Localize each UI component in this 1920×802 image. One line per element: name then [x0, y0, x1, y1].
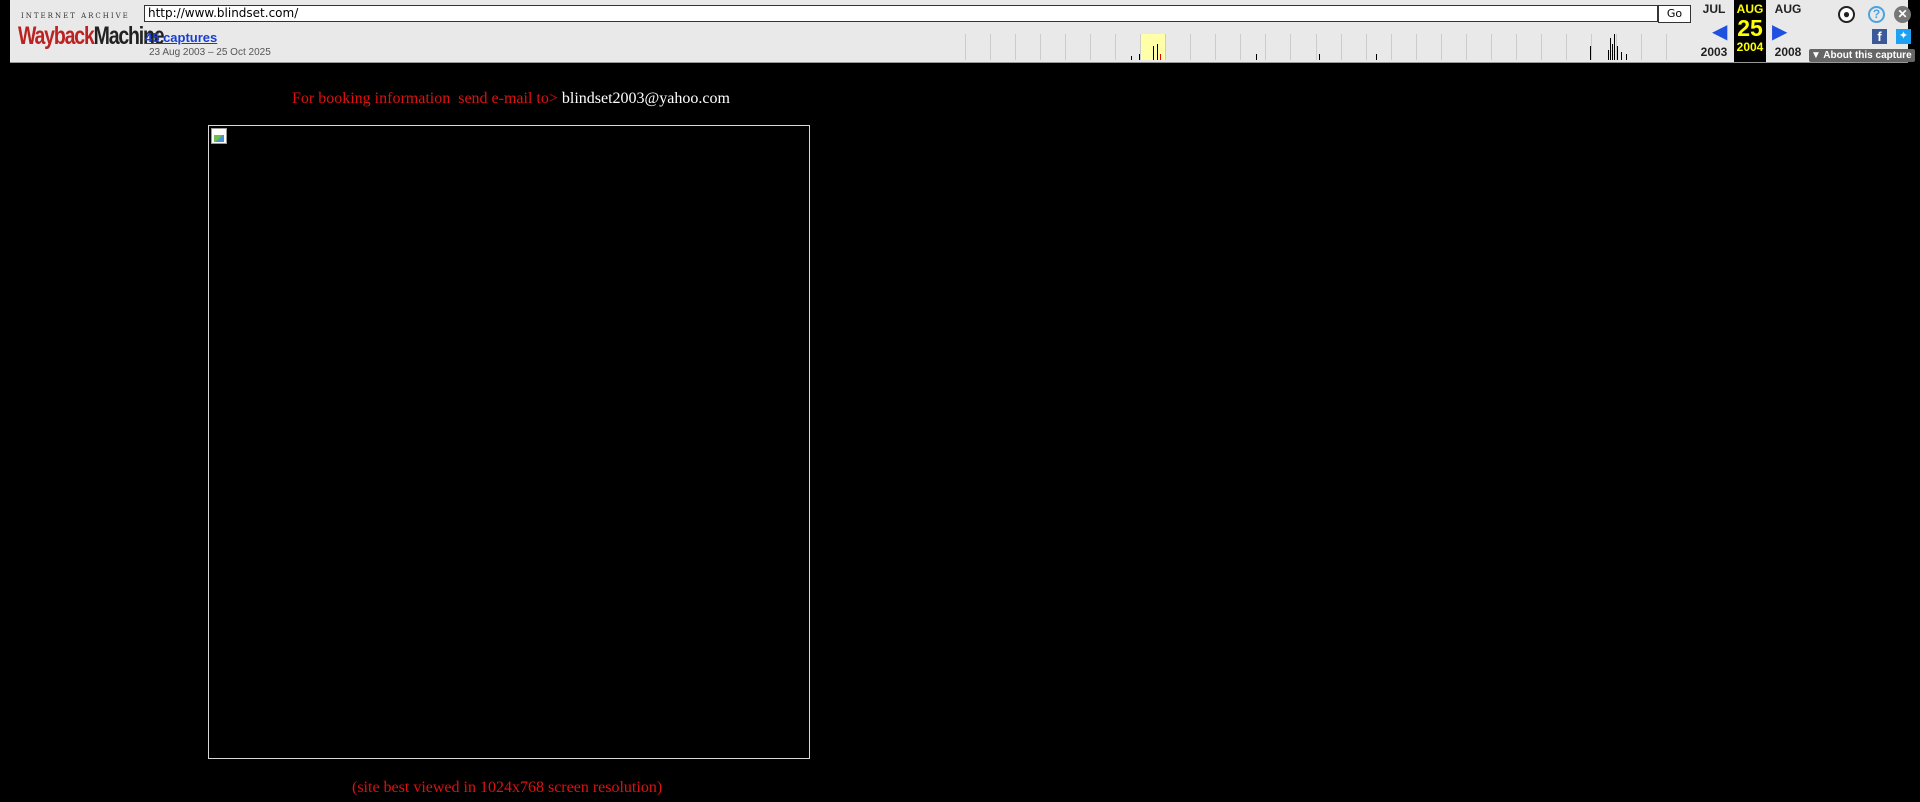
sparkline-capture-bar — [1590, 46, 1591, 60]
sparkline-year-column[interactable] — [1016, 34, 1042, 60]
url-input[interactable]: http://www.blindset.com/ — [144, 5, 1658, 22]
sparkline-capture-bar — [1256, 54, 1257, 60]
sparkline-capture-bar — [1131, 56, 1132, 60]
facebook-icon[interactable]: f — [1872, 29, 1887, 44]
broken-image — [208, 125, 810, 759]
sparkline-year-column[interactable] — [1467, 34, 1492, 60]
sparkline-year-column[interactable] — [1392, 34, 1417, 60]
sparkline-year-column[interactable] — [1066, 34, 1092, 60]
booking-email-link[interactable]: blindset2003@yahoo.com — [562, 90, 730, 107]
sparkline-year-column[interactable] — [1317, 34, 1342, 60]
sparkline-year-column[interactable] — [1116, 34, 1142, 60]
wayback-logo[interactable]: INTERNET ARCHIVE WaybackMachine — [18, 8, 165, 52]
sparkline-capture-bar — [1621, 52, 1622, 60]
sparkline-year-column[interactable] — [1492, 34, 1517, 60]
sparkline-year-column[interactable] — [1542, 34, 1567, 60]
sparkline-capture-bar — [1610, 38, 1611, 60]
sparkline-capture-bar — [1608, 50, 1609, 60]
prev-month: JUL — [1702, 2, 1726, 16]
sparkline-year-column[interactable] — [1417, 34, 1442, 60]
sparkline-year-column[interactable] — [1517, 34, 1542, 60]
next-year-wrap: 2008 — [1768, 45, 1808, 59]
logo-wayback-machine-text: WaybackMachine — [18, 22, 165, 50]
prev-year[interactable]: 2003 — [1694, 45, 1734, 59]
sparkline-year-column[interactable] — [1367, 34, 1392, 60]
sparkline-year-column[interactable] — [941, 34, 967, 60]
current-day: 25 — [1737, 15, 1763, 41]
prev-year-wrap: 2003 — [1694, 45, 1734, 59]
sparkline-capture-bar — [1139, 54, 1140, 60]
captures-link[interactable]: 45 captures — [145, 30, 217, 45]
next-year[interactable]: 2008 — [1768, 45, 1808, 59]
sparkline-year-column[interactable] — [1041, 34, 1067, 60]
sparkline-capture-bar — [1626, 54, 1627, 60]
sparkline-year-column[interactable] — [1266, 34, 1292, 60]
sparkline-capture-bar — [1153, 46, 1154, 60]
broken-image-icon — [211, 128, 227, 144]
next-capture-column[interactable]: AUG — [1768, 2, 1808, 16]
logo-internet-archive-text: INTERNET ARCHIVE — [21, 12, 130, 20]
booking-text: For booking information send e-mail to> — [292, 90, 562, 107]
sparkline-year-column[interactable] — [1567, 34, 1592, 60]
sparkline-capture-bar — [1157, 44, 1158, 60]
current-year: 2004 — [1736, 40, 1764, 54]
sparkline-year-column[interactable] — [966, 34, 992, 60]
wayback-toolbar: INTERNET ARCHIVE WaybackMachine http://w… — [10, 0, 1915, 63]
user-icon[interactable]: ● — [1838, 6, 1855, 23]
twitter-icon[interactable]: ✦ — [1896, 29, 1911, 44]
sparkline-year-column[interactable] — [1216, 34, 1242, 60]
sparkline-capture-bar — [1376, 54, 1377, 60]
sparkline-year-column[interactable] — [1091, 34, 1117, 60]
sparkline-year-column[interactable] — [1342, 34, 1367, 60]
sparkline-year-column[interactable] — [1442, 34, 1467, 60]
sparkline-year-column[interactable] — [1191, 34, 1217, 60]
sparkline-year-column[interactable] — [991, 34, 1017, 60]
resolution-note: (site best viewed in 1024x768 screen res… — [352, 779, 663, 796]
sparkline-capture-bar — [1160, 54, 1161, 60]
sparkline-capture-bar — [1612, 44, 1613, 60]
close-icon[interactable]: ✕ — [1894, 6, 1911, 23]
sparkline-year-column[interactable] — [1291, 34, 1317, 60]
booking-info-line: For booking information send e-mail to> … — [292, 90, 730, 108]
help-icon[interactable]: ? — [1868, 6, 1885, 23]
next-capture-arrow-icon[interactable]: ▶ — [1772, 22, 1787, 42]
sparkline-capture-bar — [1319, 54, 1320, 60]
sparkline-year-column[interactable] — [1241, 34, 1267, 60]
current-month: AUG — [1736, 2, 1764, 16]
current-capture-column: AUG 25 2004 — [1730, 2, 1770, 54]
go-button[interactable]: Go — [1658, 5, 1691, 23]
prev-capture-arrow-icon[interactable]: ◀ — [1712, 22, 1727, 42]
sparkline-year-column[interactable] — [1166, 34, 1192, 60]
sparkline-year-column[interactable] — [1642, 34, 1667, 60]
prev-capture-column[interactable]: JUL — [1694, 2, 1734, 16]
sparkline-capture-bar — [1617, 46, 1618, 60]
about-this-capture-button[interactable]: ▼ About this capture — [1809, 49, 1915, 62]
next-month: AUG — [1774, 2, 1802, 16]
capture-sparkline[interactable] — [941, 34, 1667, 60]
capture-date-range: 23 Aug 2003 – 25 Oct 2025 — [149, 47, 271, 58]
sparkline-capture-bar — [1614, 34, 1615, 60]
